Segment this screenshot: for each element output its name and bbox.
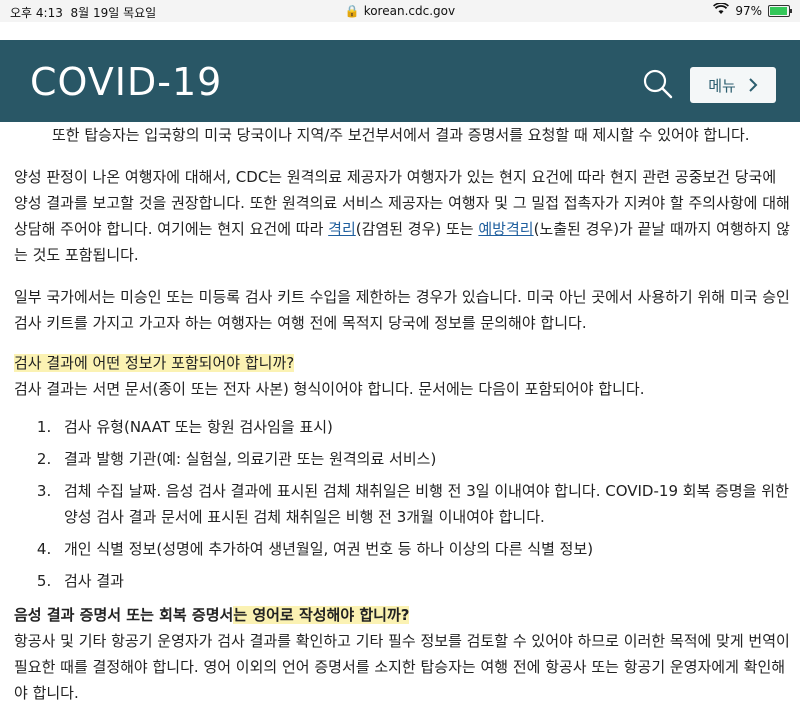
list-item: 검체 수집 날짜. 음성 검사 결과에 표시된 검체 채취일은 비행 전 3일 … [56,478,790,530]
site-header: COVID-19 메뉴 [0,40,800,122]
search-icon [643,69,673,99]
battery-icon [768,4,792,17]
site-brand[interactable]: COVID-19 [30,60,222,104]
section-heading-2: 음성 결과 증명서 또는 회복 증명서는 영어로 작성해야 합니까? [14,602,790,628]
paragraph-2-text-b: (감염된 경우) 또는 [355,220,479,238]
address-bar[interactable]: 🔒 korean.cdc.gov [0,4,800,18]
required-info-list: 검사 유형(NAAT 또는 항원 검사임을 표시) 결과 발행 기관(예: 실험… [14,414,790,594]
paragraph-4: 검사 결과는 서면 문서(종이 또는 전자 사본) 형식이어야 합니다. 문서에… [14,380,645,398]
battery-percent: 97% [735,3,762,18]
url-text: korean.cdc.gov [363,4,456,18]
status-bar: 오후 4:13 8월 19일 목요일 🔒 korean.cdc.gov 97% [0,0,800,22]
menu-label: 메뉴 [708,76,736,95]
list-item: 결과 발행 기관(예: 실험실, 의료기관 또는 원격의료 서비스) [56,446,790,472]
section-heading-1: 검사 결과에 어떤 정보가 포함되어야 합니까? [14,350,790,376]
heading-1-text: 검사 결과에 어떤 정보가 포함되어야 합니까? [14,354,295,372]
list-item: 검사 결과 [56,568,790,594]
list-item: 검사 유형(NAAT 또는 항원 검사임을 표시) [56,414,790,440]
article-content: 또한 탑승자는 입국항의 미국 당국이나 지역/주 보건부서에서 결과 증명서를… [14,122,790,706]
wifi-icon [713,2,730,18]
paragraph-5: 항공사 및 기타 항공기 운영자가 검사 결과를 확인하고 기타 필수 정보를 … [14,632,790,702]
quarantine-link[interactable]: 예방격리 [478,220,533,238]
paragraph-2: 양성 판정이 나온 여행자에 대해서, CDC는 원격의료 제공자가 여행자가 … [14,164,790,268]
list-item: 개인 식별 정보(성명에 추가하여 생년월일, 여권 번호 등 하나 이상의 다… [56,536,790,562]
chevron-right-icon [749,78,758,92]
paragraph-1: 또한 탑승자는 입국항의 미국 당국이나 지역/주 보건부서에서 결과 증명서를… [52,126,750,144]
menu-button[interactable]: 메뉴 [690,67,776,103]
heading-2-text-a: 음성 결과 증명서 또는 회복 증명서 [14,606,234,624]
status-right: 97% [713,2,792,18]
isolation-link[interactable]: 격리 [328,220,356,238]
paragraph-3: 일부 국가에서는 미승인 또는 미등록 검사 키트 수입을 제한하는 경우가 있… [14,288,790,332]
search-button[interactable] [640,66,676,102]
heading-2-text-b: 는 영어로 작성해야 합니까? [233,606,410,624]
